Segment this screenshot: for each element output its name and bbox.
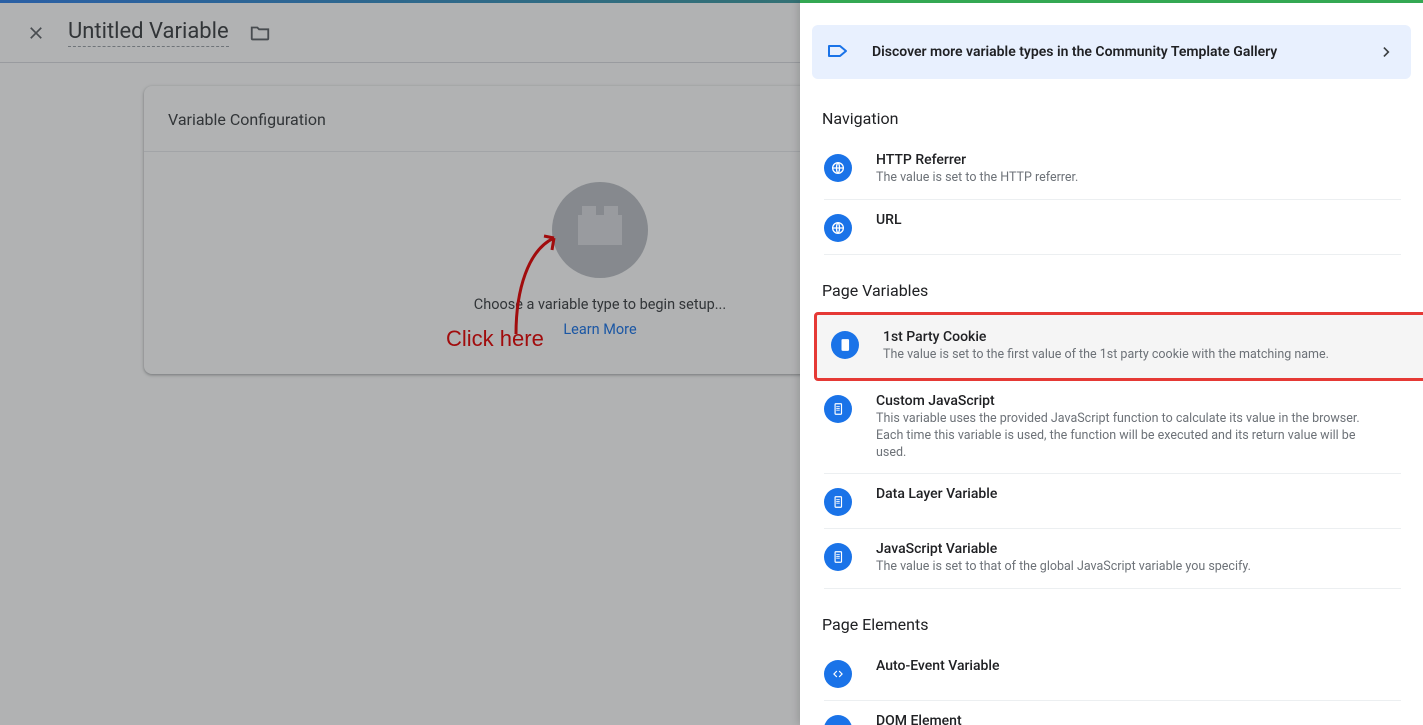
placeholder-icon [552,182,648,278]
variable-type-desc: The value is set to the first value of t… [883,347,1408,364]
variable-type-title: Custom JavaScript [876,393,1379,409]
page-icon [824,543,852,571]
variable-type-auto-event-variable[interactable]: Auto-Event Variable [824,646,1401,701]
page-icon [824,488,852,516]
tag-icon [826,39,852,65]
section-heading-page-elements: Page Elements [822,615,1423,634]
variable-type-title: URL [876,212,1379,228]
variable-type-javascript-variable[interactable]: JavaScript Variable The value is set to … [824,529,1401,589]
variable-type-title: DOM Element [876,713,1379,725]
globe-icon [824,154,852,182]
variable-type-panel: Discover more variable types in the Comm… [800,0,1423,725]
variable-type-1st-party-cookie[interactable]: 1st Party Cookie The value is set to the… [831,317,1423,376]
banner-text: Discover more variable types in the Comm… [872,44,1357,60]
page-icon [824,395,852,423]
variable-type-url[interactable]: URL [824,200,1401,255]
variable-type-http-referrer[interactable]: HTTP Referrer The value is set to the HT… [824,140,1401,200]
panel-content: Navigation HTTP Referrer The value is se… [800,79,1423,725]
variable-type-title: 1st Party Cookie [883,329,1408,345]
highlighted-variable-type: 1st Party Cookie The value is set to the… [814,312,1423,381]
variable-type-data-layer-variable[interactable]: Data Layer Variable [824,474,1401,529]
panel-accent-line [800,0,1423,3]
page-title[interactable]: Untitled Variable [68,19,229,47]
section-heading-page-variables: Page Variables [822,281,1423,300]
annotation-text: Click here [446,326,544,352]
variable-type-desc: The value is set to the HTTP referrer. [876,170,1379,187]
page-icon [831,331,859,359]
section-heading-navigation: Navigation [822,109,1423,128]
community-gallery-banner[interactable]: Discover more variable types in the Comm… [812,25,1411,79]
code-icon [824,715,852,725]
variable-type-title: Data Layer Variable [876,486,1379,502]
close-icon[interactable] [24,21,48,45]
variable-type-title: JavaScript Variable [876,541,1379,557]
variable-type-dom-element[interactable]: DOM Element The value is set to the text… [824,701,1401,725]
code-icon [824,660,852,688]
brick-icon [578,215,622,245]
learn-more-link[interactable]: Learn More [563,321,636,338]
variable-type-title: Auto-Event Variable [876,658,1379,674]
chevron-right-icon [1377,42,1397,62]
choose-type-text: Choose a variable type to begin setup... [474,296,726,313]
variable-type-title: HTTP Referrer [876,152,1379,168]
variable-type-custom-javascript[interactable]: Custom JavaScript This variable uses the… [824,381,1401,475]
variable-type-desc: This variable uses the provided JavaScri… [876,411,1379,462]
globe-icon [824,214,852,242]
variable-type-desc: The value is set to that of the global J… [876,559,1379,576]
folder-icon[interactable] [249,22,271,44]
